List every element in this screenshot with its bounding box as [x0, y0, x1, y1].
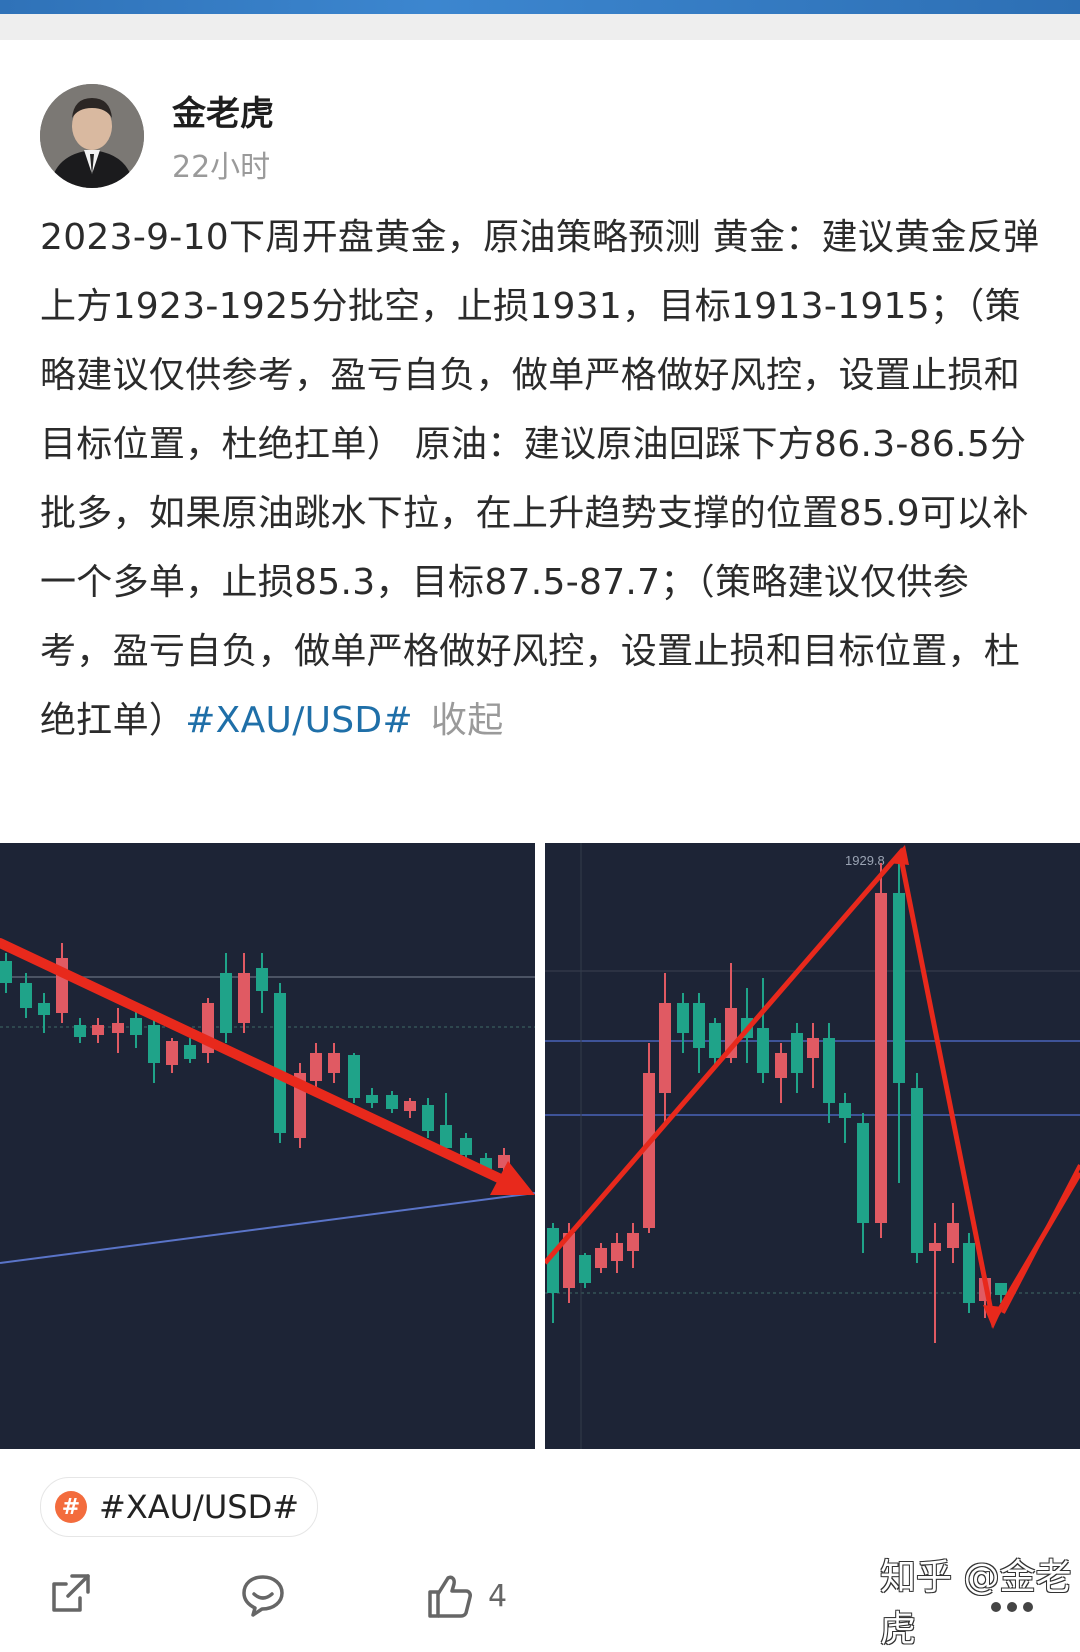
- zigzag-arrow-tail: [1001, 1164, 1080, 1314]
- candle-body: [611, 1243, 623, 1261]
- chart-image-left[interactable]: [0, 843, 535, 1449]
- thumbs-up-icon: [428, 1575, 472, 1618]
- candle-body: [677, 1003, 689, 1033]
- candle-body: [757, 1028, 769, 1073]
- share-button[interactable]: [48, 1572, 92, 1616]
- candle-body: [995, 1283, 1007, 1295]
- candle-body: [963, 1243, 975, 1303]
- topic-link[interactable]: #XAU/USD#: [185, 700, 413, 741]
- post-text: 2023-9-10下周开盘黄金，原油策略预测 黄金：建议黄金反弹上方1923-1…: [40, 217, 1040, 741]
- comment-button[interactable]: [240, 1572, 286, 1618]
- candle-body: [659, 1003, 671, 1093]
- candle-body: [92, 1025, 104, 1035]
- candle-body: [256, 968, 268, 991]
- collapse-button[interactable]: 收起: [431, 700, 504, 741]
- candle-body: [38, 1003, 50, 1015]
- more-icon: [991, 1602, 1033, 1612]
- candle-body: [839, 1103, 851, 1118]
- candle-body: [348, 1055, 360, 1098]
- candle-body: [328, 1053, 340, 1073]
- candle-body: [893, 893, 905, 1083]
- watermark: 知乎 @金老虎: [880, 1557, 1072, 1650]
- trend-arrow-shaft: [0, 938, 510, 1186]
- post-header: 金老虎 22小时: [40, 84, 1040, 194]
- candle-body: [775, 1053, 787, 1078]
- avatar[interactable]: [40, 84, 144, 188]
- candle-body: [166, 1041, 178, 1065]
- candle-body: [366, 1095, 378, 1103]
- candle-body: [875, 893, 887, 1223]
- arrow-head-top: [888, 845, 909, 865]
- post-time: 22小时: [172, 150, 271, 185]
- like-count: 4: [488, 1578, 508, 1614]
- candle-body: [310, 1053, 322, 1081]
- candle-body: [693, 1003, 705, 1048]
- more-button[interactable]: [990, 1598, 1034, 1617]
- candle-body: [404, 1101, 416, 1111]
- candle-body: [0, 961, 12, 983]
- candle-body: [947, 1223, 959, 1248]
- candle-body: [386, 1095, 398, 1109]
- comment-icon: [242, 1575, 284, 1617]
- candle-body: [857, 1123, 869, 1223]
- candle-body: [220, 973, 232, 1033]
- candle-body: [274, 993, 286, 1133]
- candle-body: [238, 973, 250, 1023]
- candle-body: [823, 1038, 835, 1103]
- hashtag-icon: #: [55, 1491, 87, 1523]
- price-high-label: 1929.8: [845, 853, 885, 868]
- candle-body: [911, 1088, 923, 1253]
- candle-body: [184, 1045, 196, 1059]
- candle-body: [579, 1255, 591, 1283]
- candle-body: [627, 1233, 639, 1251]
- candle-body: [20, 983, 32, 1008]
- candle-body: [807, 1038, 819, 1058]
- topic-pill-label: #XAU/USD#: [99, 1488, 300, 1526]
- post-body: 2023-9-10下周开盘黄金，原油策略预测 黄金：建议黄金反弹上方1923-1…: [40, 203, 1040, 755]
- candle-body: [791, 1033, 803, 1073]
- like-button[interactable]: 4: [426, 1572, 507, 1620]
- candle-body: [440, 1125, 452, 1148]
- candle-body: [130, 1018, 142, 1035]
- chart-image-right[interactable]: 1929.8: [545, 843, 1080, 1449]
- share-icon: [52, 1574, 90, 1612]
- candle-body: [709, 1023, 721, 1058]
- candle-body: [460, 1138, 472, 1155]
- candle-body: [74, 1025, 86, 1037]
- candle-body: [595, 1248, 607, 1268]
- candle-body: [112, 1023, 124, 1033]
- candle-body: [148, 1025, 160, 1063]
- author-name[interactable]: 金老虎: [172, 86, 274, 135]
- banner-divider: [0, 14, 1080, 40]
- candle-body: [929, 1243, 941, 1251]
- candle-body: [422, 1105, 434, 1131]
- top-banner: [0, 0, 1080, 14]
- trend-line: [0, 1192, 535, 1264]
- topic-pill[interactable]: # #XAU/USD#: [40, 1477, 319, 1537]
